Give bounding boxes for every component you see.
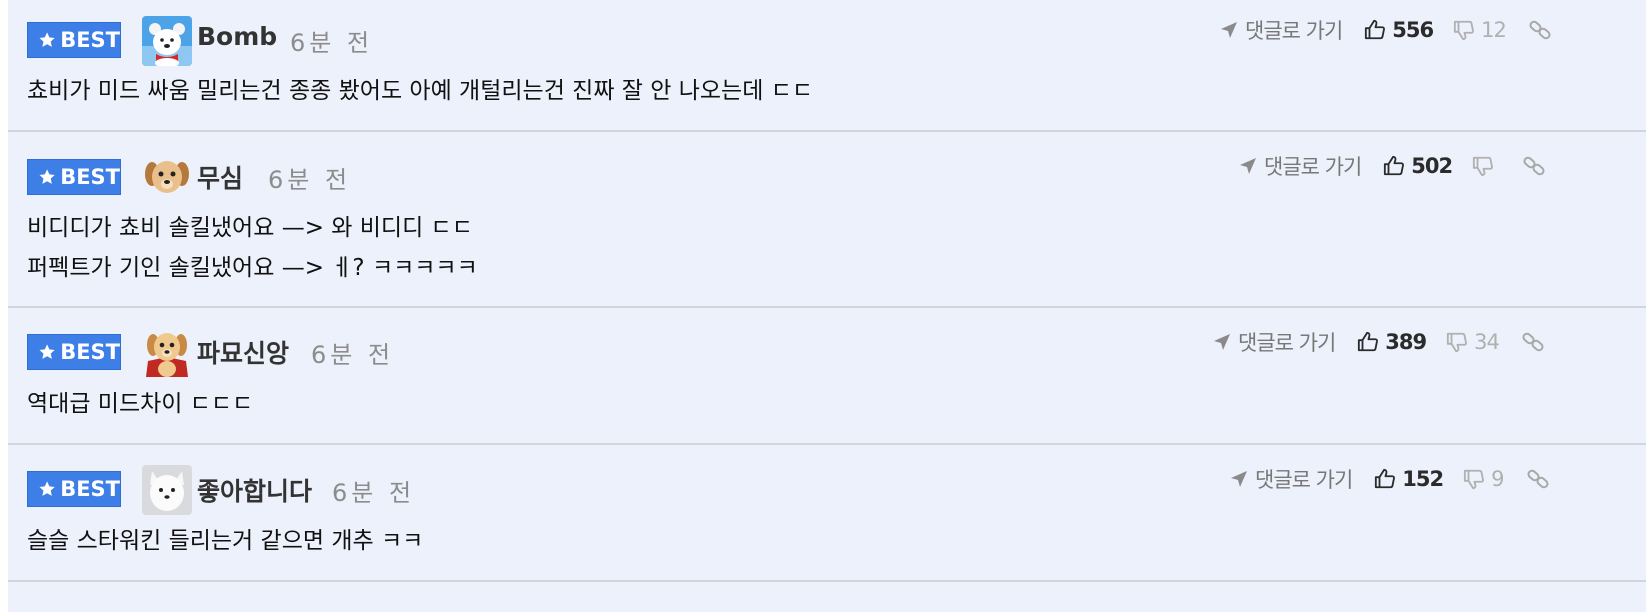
comment-actions: 댓글로 가기 152 9 (1229, 463, 1550, 495)
comment-actions: 댓글로 가기 556 12 (1219, 14, 1552, 46)
nickname[interactable]: 무심 (197, 159, 243, 195)
dislike-count: 9 (1491, 467, 1504, 491)
best-badge: BEST (27, 22, 121, 58)
thumbs-up-icon (1384, 155, 1405, 176)
like-button[interactable]: 389 (1357, 330, 1427, 354)
like-count: 502 (1411, 154, 1453, 178)
dislike-button[interactable]: 9 (1463, 467, 1505, 491)
thumbs-up-icon (1365, 19, 1386, 40)
copy-link-button[interactable] (1526, 467, 1550, 491)
thumbs-up-icon (1375, 468, 1396, 489)
divider (8, 580, 1646, 582)
goto-comment-label: 댓글로 가기 (1245, 19, 1343, 43)
white-dog-icon (142, 465, 192, 515)
goto-comment-label: 댓글로 가기 (1255, 468, 1353, 492)
star-icon (39, 481, 55, 496)
like-button[interactable]: 502 (1383, 154, 1453, 178)
dislike-button[interactable]: 34 (1446, 330, 1500, 354)
star-icon (39, 344, 55, 359)
best-badge: BEST (27, 159, 121, 195)
comment-time: 6분 전 (311, 341, 395, 369)
comment-text: 역대급 미드차이 ㄷㄷㄷ (27, 384, 253, 424)
like-count: 389 (1385, 330, 1427, 354)
thumbs-down-icon (1454, 20, 1475, 41)
send-arrow-icon (1221, 22, 1237, 38)
like-count: 152 (1402, 467, 1444, 491)
best-label: BEST (60, 340, 120, 364)
nickname[interactable]: Bomb (197, 22, 277, 51)
avatar-puppy[interactable] (142, 152, 192, 202)
goto-comment-label: 댓글로 가기 (1238, 331, 1336, 355)
dislike-button[interactable]: 12 (1453, 18, 1507, 42)
avatar-polar-bear[interactable] (142, 16, 192, 66)
avatar-puppy-cape[interactable] (142, 327, 192, 377)
star-icon (39, 169, 55, 184)
comment-time: 6분 전 (290, 29, 374, 57)
thumbs-down-icon (1464, 469, 1485, 490)
comment-text: 비디디가 쵸비 솔킬냈어요 —> 와 비디디 ㄷㄷ 퍼펙트가 기인 솔킬냈어요 … (27, 208, 478, 288)
like-button[interactable]: 152 (1374, 467, 1444, 491)
puppy-cape-icon (146, 333, 188, 377)
divider (8, 130, 1646, 132)
comment-line: 슬슬 스타워킨 들리는거 같으면 개추 ㅋㅋ (27, 528, 424, 554)
thumbs-up-icon (1358, 331, 1379, 352)
link-icon (1522, 332, 1544, 352)
puppy-icon (145, 161, 189, 193)
send-arrow-icon (1214, 334, 1230, 350)
link-icon (1526, 469, 1549, 489)
goto-comment-link[interactable]: 댓글로 가기 (1238, 151, 1362, 181)
like-button[interactable]: 556 (1364, 18, 1434, 42)
copy-link-button[interactable] (1528, 18, 1552, 42)
best-label: BEST (60, 477, 120, 501)
send-arrow-icon (1231, 471, 1247, 487)
nickname[interactable]: 파묘신앙 (197, 334, 289, 370)
dislike-count: 12 (1481, 18, 1507, 42)
dislike-button[interactable] (1472, 155, 1500, 177)
comment-line: 쵸비가 미드 싸움 밀리는건 종종 봤어도 아예 개털리는건 진짜 잘 안 나오… (27, 78, 814, 104)
divider (8, 443, 1646, 445)
thumbs-down-icon (1447, 332, 1468, 353)
comment-time: 6분 전 (332, 479, 416, 507)
polar-bear-icon (142, 16, 192, 66)
star-icon (39, 32, 55, 47)
comment-actions: 댓글로 가기 502 (1238, 150, 1546, 182)
best-badge: BEST (27, 471, 121, 507)
goto-comment-link[interactable]: 댓글로 가기 (1229, 464, 1353, 494)
comment-text: 슬슬 스타워킨 들리는거 같으면 개추 ㅋㅋ (27, 521, 423, 561)
dislike-count: 34 (1474, 330, 1500, 354)
best-comment-list: BEST Bomb 6분 전 댓글로 가기 556 12 쵸비가 미드 싸움 밀… (8, 0, 1646, 612)
goto-comment-link[interactable]: 댓글로 가기 (1212, 327, 1336, 357)
comment-actions: 댓글로 가기 389 34 (1212, 326, 1545, 358)
goto-comment-label: 댓글로 가기 (1264, 155, 1362, 179)
comment-line: 비디디가 쵸비 솔킬냈어요 —> 와 비디디 ㄷㄷ (27, 215, 473, 241)
send-arrow-icon (1240, 158, 1256, 174)
like-count: 556 (1392, 18, 1434, 42)
link-icon (1529, 20, 1551, 40)
comment-line: 역대급 미드차이 ㄷㄷㄷ (27, 391, 254, 417)
avatar-white-dog[interactable] (142, 465, 192, 515)
goto-comment-link[interactable]: 댓글로 가기 (1219, 15, 1343, 45)
comment-line: 퍼펙트가 기인 솔킬냈어요 —> ㅔ? ㅋㅋㅋㅋㅋ (27, 255, 478, 281)
best-label: BEST (60, 28, 120, 52)
thumbs-down-icon (1473, 156, 1494, 177)
copy-link-button[interactable] (1521, 330, 1545, 354)
nickname[interactable]: 좋아합니다 (197, 472, 312, 508)
comment-text: 쵸비가 미드 싸움 밀리는건 종종 봤어도 아예 개털리는건 진짜 잘 안 나오… (27, 71, 813, 111)
link-icon (1523, 156, 1545, 176)
copy-link-button[interactable] (1522, 154, 1546, 178)
best-badge: BEST (27, 334, 121, 370)
best-label: BEST (60, 165, 120, 189)
divider (8, 306, 1646, 308)
comment-time: 6분 전 (268, 166, 352, 194)
